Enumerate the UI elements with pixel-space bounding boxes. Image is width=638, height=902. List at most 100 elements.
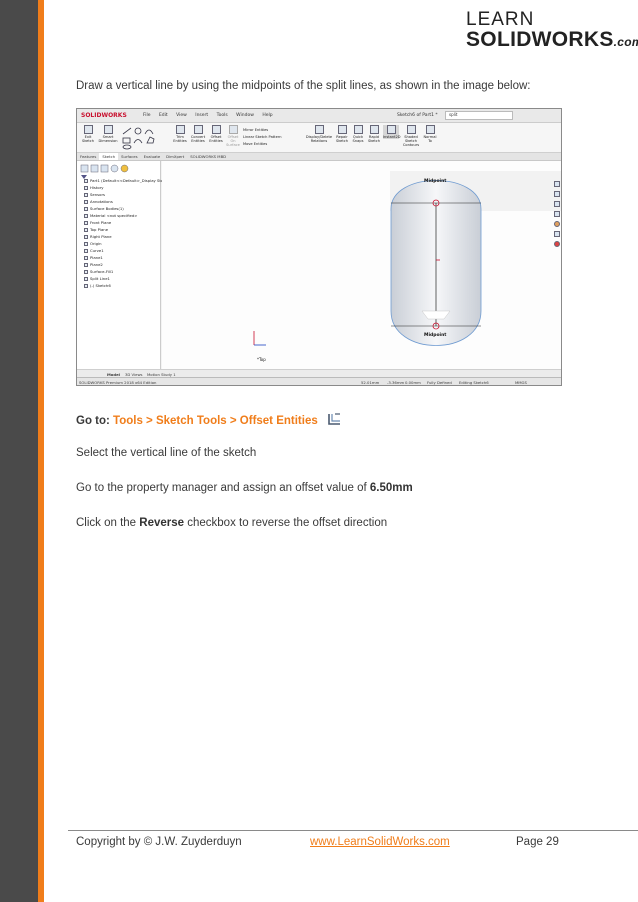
instant2d-button[interactable]: Instant2D xyxy=(383,125,401,139)
sw-menu-edit[interactable]: Edit xyxy=(159,113,168,118)
normal-to-icon xyxy=(425,125,435,134)
sw-menu-file[interactable]: File xyxy=(143,113,151,118)
offset-entities-button[interactable]: Offset Entities xyxy=(208,125,224,143)
intro-paragraph: Draw a vertical line by using the midpoi… xyxy=(76,80,531,92)
tree-material[interactable]: Material <not specified> xyxy=(84,213,137,218)
sw-ribbon: Exit Sketch Smart Dimension Trim Entitie… xyxy=(77,123,561,153)
plane-icon xyxy=(84,256,88,260)
tree-part1[interactable]: Part1 (Default<<Default>_Display State xyxy=(84,178,167,183)
feature-manager-tree: Part1 (Default<<Default>_Display State H… xyxy=(77,161,167,369)
material-icon xyxy=(84,214,88,218)
tree-label: Right Plane xyxy=(90,234,112,239)
smart-dimension-button[interactable]: Smart Dimension xyxy=(98,125,118,143)
exit-sketch-button[interactable]: Exit Sketch xyxy=(80,125,96,143)
mirror-entities-button[interactable]: Mirror Entities xyxy=(243,127,282,134)
sw-command-tabs: Features Sketch Surfaces Evaluate DimXpert SO… xyxy=(77,153,561,161)
tree-history[interactable]: History xyxy=(84,185,104,190)
tree-front-plane[interactable]: Front Plane xyxy=(84,220,111,225)
sw-menu-tools[interactable]: Tools xyxy=(217,113,228,118)
view-palette-icon[interactable] xyxy=(554,211,560,217)
shaded-contours-label: Shaded Sketch Contours xyxy=(402,135,420,147)
status-state: Fully Defined xyxy=(427,380,452,385)
normal-to-button[interactable]: Normal To xyxy=(423,125,437,143)
tree-plane1[interactable]: Plane1 xyxy=(84,255,103,260)
tab-features[interactable]: Features xyxy=(77,153,99,160)
tree-split-line1[interactable]: Split Line1 xyxy=(84,276,110,281)
convert-entities-button[interactable]: Convert Entities xyxy=(189,125,207,143)
repair-sketch-button[interactable]: Repair Sketch xyxy=(335,125,349,143)
tree-plane2[interactable]: Plane2 xyxy=(84,262,103,267)
midpoint-label-top: Midpoint xyxy=(424,179,447,184)
sw-menu-insert[interactable]: Insert xyxy=(195,113,208,118)
sketch-tools-icons[interactable] xyxy=(121,126,169,150)
tab-sketch[interactable]: Sketch xyxy=(99,153,119,160)
quick-snaps-button[interactable]: Quick Snaps xyxy=(351,125,365,143)
reverse-suffix: checkbox to reverse the offset direction xyxy=(184,517,388,529)
solidworks-forum-icon[interactable] xyxy=(554,241,560,247)
tree-label: Plane2 xyxy=(90,262,103,267)
task-pane-icons xyxy=(554,181,561,271)
offset-on-surface-button[interactable]: Offset On Surface xyxy=(225,125,241,147)
status-units[interactable]: MMGS xyxy=(515,380,527,385)
repair-sketch-icon xyxy=(337,125,347,134)
display-delete-relations-button[interactable]: Display/Delete Relations xyxy=(305,125,333,143)
linear-pattern-button[interactable]: Linear Sketch Pattern xyxy=(243,134,282,141)
sw-menu-help[interactable]: Help xyxy=(262,113,272,118)
tree-right-plane[interactable]: Right Plane xyxy=(84,234,112,239)
annotations-icon xyxy=(84,200,88,204)
tree-sketch6[interactable]: (-) Sketch6 xyxy=(84,283,111,288)
sw-menu-window[interactable]: Window xyxy=(236,113,254,118)
logo-word: SOLIDWORKS xyxy=(466,28,614,51)
tab-surfaces[interactable]: Surfaces xyxy=(118,153,140,160)
plane-icon xyxy=(84,235,88,239)
offset-entities-label: Offset Entities xyxy=(209,135,223,143)
tree-curve1[interactable]: Curve1 xyxy=(84,248,104,253)
file-explorer-icon[interactable] xyxy=(554,201,560,207)
convert-entities-label: Convert Entities xyxy=(190,135,206,143)
part-icon xyxy=(84,179,88,183)
tree-label: History xyxy=(90,185,104,190)
sw-search-input[interactable]: split xyxy=(445,111,513,120)
tab-evaluate[interactable]: Evaluate xyxy=(141,153,164,160)
tree-sensors[interactable]: Sensors xyxy=(84,192,105,197)
sw-brand: SOLIDWORKS xyxy=(81,112,127,119)
move-entities-button[interactable]: Move Entities xyxy=(243,141,282,148)
tree-surface-fill1[interactable]: Surface-Fill1 xyxy=(84,269,113,274)
curve-icon xyxy=(84,249,88,253)
quick-snaps-icon xyxy=(353,125,363,134)
tree-label: Plane1 xyxy=(90,255,103,260)
footer-website-link[interactable]: www.LearnSolidWorks.com xyxy=(310,836,450,848)
logo-suffix: .com xyxy=(613,35,638,49)
trim-entities-icon xyxy=(175,125,185,134)
rapid-sketch-label: Rapid Sketch xyxy=(367,135,381,143)
status-y: -3.36mm xyxy=(387,380,405,385)
custom-properties-icon[interactable] xyxy=(554,231,560,237)
tab-dimxpert[interactable]: DimXpert xyxy=(163,153,187,160)
split-line-icon xyxy=(84,277,88,281)
tree-surface-bodies[interactable]: Surface Bodies(1) xyxy=(84,206,124,211)
repair-sketch-label: Repair Sketch xyxy=(335,135,349,143)
tree-origin[interactable]: Origin xyxy=(84,241,101,246)
tree-label: Front Plane xyxy=(90,220,112,225)
status-z: 0.00mm xyxy=(405,380,421,385)
tree-label: Annotations xyxy=(90,199,113,204)
trim-entities-button[interactable]: Trim Entities xyxy=(173,125,187,143)
sketch-icon xyxy=(84,284,88,288)
surface-fill-icon xyxy=(84,270,88,274)
rapid-sketch-button[interactable]: Rapid Sketch xyxy=(367,125,381,143)
convert-entities-icon xyxy=(193,125,203,134)
select-instruction: Select the vertical line of the sketch xyxy=(76,447,257,459)
resources-icon[interactable] xyxy=(554,181,560,187)
design-library-icon[interactable] xyxy=(554,191,560,197)
appearances-icon[interactable] xyxy=(554,221,560,227)
shaded-contours-icon xyxy=(406,125,416,134)
footer-link-wrap: www.LearnSolidWorks.com xyxy=(310,836,450,848)
tree-top-plane[interactable]: Top Plane xyxy=(84,227,108,232)
view-name-label: *Top xyxy=(257,357,266,362)
sw-menu-view[interactable]: View xyxy=(176,113,187,118)
tree-annotations[interactable]: Annotations xyxy=(84,199,113,204)
shaded-contours-button[interactable]: Shaded Sketch Contours xyxy=(402,125,420,147)
graphics-viewport[interactable]: Midpoint Midpoint *Top xyxy=(162,161,561,369)
sw-menu-bar: File Edit View Insert Tools Window Help xyxy=(143,113,280,118)
tab-mbd[interactable]: SOLIDWORKS MBD xyxy=(187,153,229,160)
